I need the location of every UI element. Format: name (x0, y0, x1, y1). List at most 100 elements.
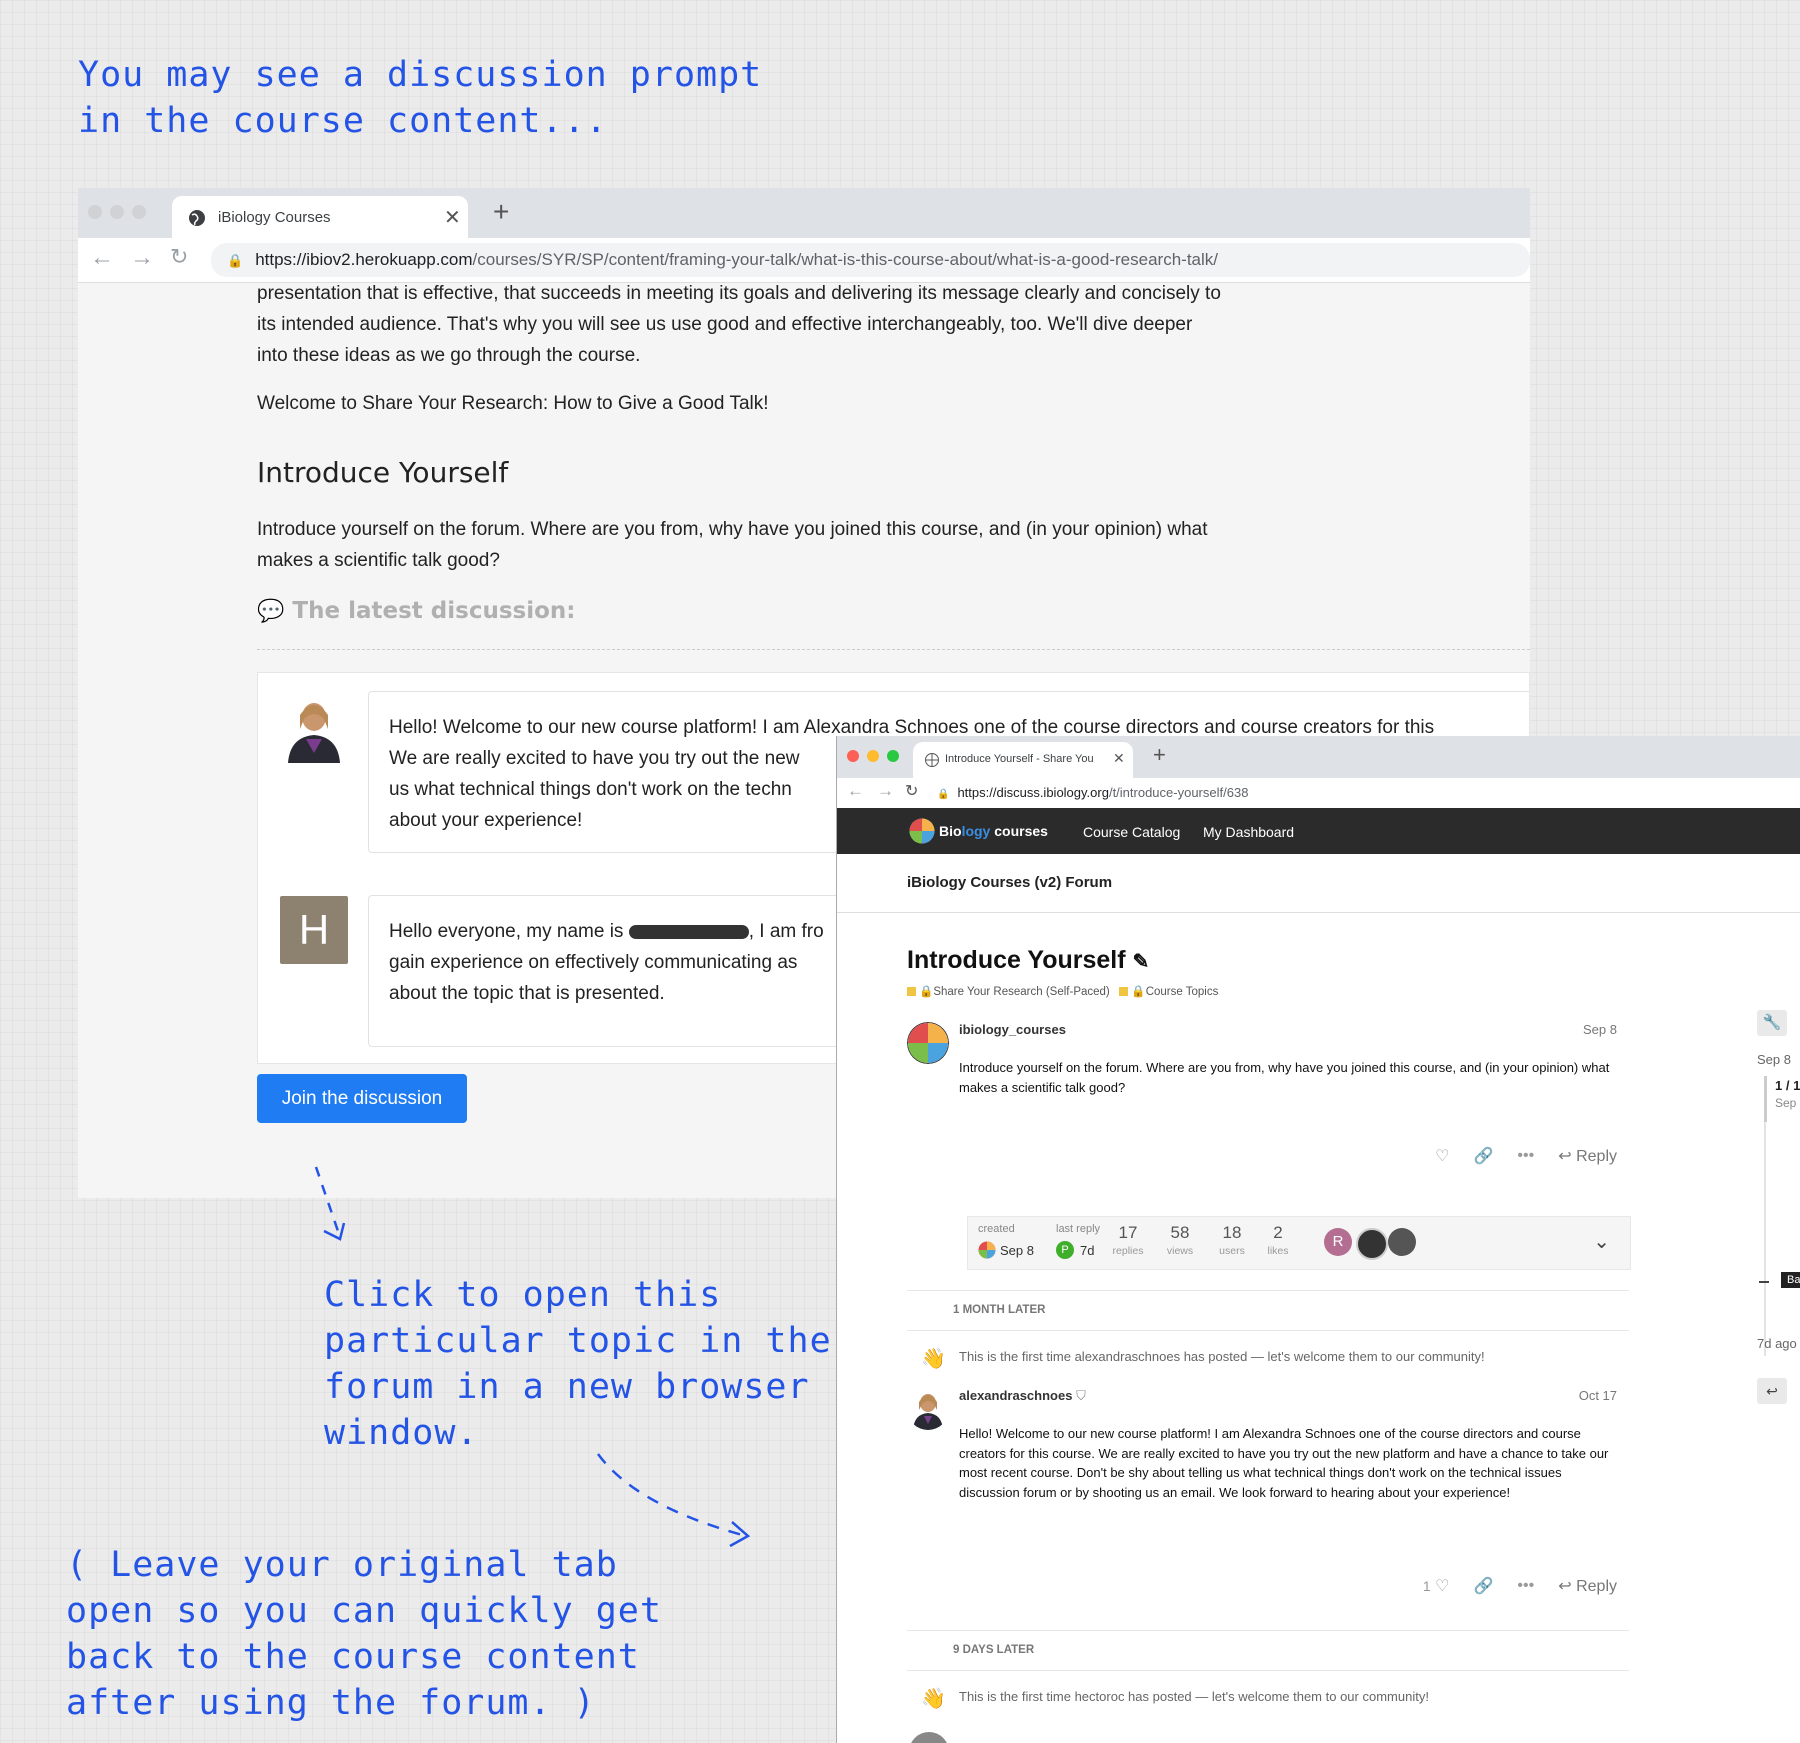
forum-browser-window: Introduce Yourself - Share You ✕ + ← → ↻… (836, 736, 1800, 1743)
lock-icon: 🔒 (1131, 986, 1146, 998)
timeline-end-date[interactable]: 7d ago (1757, 1336, 1797, 1351)
forward-arrow-icon[interactable]: → (130, 244, 154, 272)
url-bar[interactable]: 🔒 https://discuss.ibiology.org/t/introduc… (933, 780, 1800, 806)
post-line: gain experience on effectively communica… (389, 952, 798, 973)
created-date[interactable]: Sep 8 (1000, 1243, 1034, 1258)
stat-value: 18 (1222, 1223, 1242, 1242)
post-line: We are really excited to have you try ou… (389, 748, 800, 769)
reload-icon[interactable]: ↻ (170, 244, 188, 270)
participant-avatar[interactable] (1388, 1228, 1416, 1256)
post-date[interactable]: Sep 8 (1583, 1022, 1617, 1037)
created-label: created (978, 1223, 1015, 1235)
note-bottom-line: open so you can quickly get (66, 1591, 662, 1631)
user-avatar[interactable] (907, 1022, 949, 1064)
welcome-text: Welcome to Share Your Research: How to G… (257, 393, 769, 414)
category-color (907, 987, 916, 997)
close-window-dot[interactable] (847, 750, 859, 762)
like-count[interactable]: 1 ♡ (1423, 1576, 1450, 1596)
more-icon[interactable]: ••• (1517, 1577, 1534, 1595)
time-gap-label: 1 MONTH LATER (953, 1304, 1046, 1316)
reload-icon[interactable]: ↻ (905, 781, 918, 801)
post-username[interactable]: ibiology_courses (959, 1022, 1066, 1037)
brand-part: logy (961, 823, 991, 839)
link-icon[interactable]: 🔗 (1474, 1146, 1494, 1166)
post-line: us what technical things don't work on t… (389, 779, 792, 800)
last-reply-time[interactable]: 7d (1080, 1243, 1094, 1258)
timeline-start-date[interactable]: Sep 8 (1757, 1052, 1791, 1067)
category-link[interactable]: Course Topics (1146, 986, 1219, 998)
pencil-icon[interactable]: ✎ (1133, 951, 1150, 973)
minimize-window-dot[interactable] (867, 750, 879, 762)
intro-line: into these ideas as we go through the co… (257, 345, 641, 366)
forward-arrow-icon[interactable]: → (877, 781, 894, 801)
section-heading: Introduce Yourself (257, 456, 509, 489)
zoom-window-dot[interactable] (132, 205, 146, 219)
stat-label: replies (1112, 1245, 1144, 1257)
post-line: Hello! Welcome to our new course platfor… (389, 717, 1435, 738)
reply-button[interactable]: ↩ Reply (1558, 1146, 1617, 1166)
post-date[interactable]: Oct 17 (1579, 1388, 1617, 1403)
browser-tab[interactable]: Introduce Yourself - Share You ✕ (913, 742, 1133, 778)
link-icon[interactable]: 🔗 (1474, 1576, 1494, 1596)
url-bar[interactable]: 🔒 https://ibiov2.herokuapp.com/courses/SY… (211, 243, 1530, 277)
prompt-text: Introduce yourself on the forum. Where a… (257, 514, 1208, 576)
timeline-reply-button[interactable]: ↩ (1757, 1378, 1787, 1404)
brand-part: Bio (939, 823, 962, 839)
nav-my-dashboard[interactable]: My Dashboard (1203, 824, 1294, 840)
globe-icon (189, 210, 205, 226)
timeline-handle[interactable] (1764, 1076, 1767, 1122)
brand-name[interactable]: Biology courses (939, 823, 1048, 839)
post-line: , I am fro (748, 921, 824, 942)
forum-subheader: iBiology Courses (v2) Forum (837, 854, 1800, 913)
note-bottom: ( Leave your original tab open so you ca… (66, 1542, 662, 1726)
post-username[interactable]: alexandraschnoes ⛉ (959, 1388, 1086, 1404)
join-discussion-button[interactable]: Join the discussion (257, 1074, 467, 1123)
username-text: alexandraschnoes (959, 1388, 1073, 1403)
reply-button[interactable]: ↩ Reply (1558, 1576, 1617, 1596)
note-middle: Click to open this particular topic in t… (324, 1272, 832, 1456)
note-middle-line: particular topic in the (324, 1321, 832, 1361)
more-icon[interactable]: ••• (1517, 1147, 1534, 1165)
post-body: Hello! Welcome to our new course platfor… (959, 1426, 1609, 1500)
browser-tab[interactable]: iBiology Courses ✕ (172, 196, 468, 238)
back-arrow-icon[interactable]: ← (847, 781, 864, 801)
chevron-down-icon[interactable]: ⌄ (1593, 1229, 1610, 1254)
like-count-value: 1 (1422, 1578, 1431, 1594)
minimize-window-dot[interactable] (110, 205, 124, 219)
created-avatar (978, 1241, 996, 1259)
back-arrow-icon[interactable]: ← (90, 244, 114, 272)
last-reply-label: last reply (1056, 1223, 1101, 1235)
post-actions: ♡ 🔗 ••• ↩ Reply (1435, 1146, 1617, 1166)
first-time-notice: 👋 This is the first time alexandraschnoe… (907, 1346, 1627, 1370)
new-tab-icon[interactable]: + (493, 196, 509, 228)
note-bottom-line: ( Leave your original tab (66, 1545, 618, 1585)
tab-bar: iBiology Courses ✕ + (78, 188, 1530, 238)
forum-name[interactable]: iBiology Courses (v2) Forum (907, 874, 1112, 891)
timeline-marker (1759, 1281, 1769, 1283)
topic-title-text[interactable]: Introduce Yourself (907, 946, 1126, 974)
back-button[interactable]: Ba (1781, 1272, 1800, 1288)
divider (257, 649, 1530, 650)
heart-icon[interactable]: ♡ (1435, 1146, 1449, 1166)
category-color (1119, 987, 1129, 997)
ibiology-logo[interactable] (909, 818, 935, 844)
first-time-text: This is the first time hectoroc has post… (959, 1689, 1429, 1704)
close-tab-icon[interactable]: ✕ (444, 205, 461, 230)
zoom-window-dot[interactable] (887, 750, 899, 762)
nav-course-catalog[interactable]: Course Catalog (1083, 824, 1180, 840)
new-tab-icon[interactable]: + (1153, 742, 1166, 768)
brand-part: courses (990, 823, 1048, 839)
topic-categories: 🔒Share Your Research (Self-Paced) 🔒Cours… (907, 984, 1218, 998)
admin-wrench-button[interactable]: 🔧 (1757, 1010, 1787, 1036)
participant-avatar[interactable]: R (1324, 1228, 1352, 1256)
user-avatar[interactable] (907, 1388, 949, 1430)
close-window-dot[interactable] (88, 205, 102, 219)
close-tab-icon[interactable]: ✕ (1113, 750, 1125, 767)
redacted-name (628, 924, 749, 939)
url-path: /courses/SYR/SP/content/framing-your-tal… (472, 250, 1218, 269)
intro-line: presentation that is effective, that suc… (257, 283, 1221, 304)
category-link[interactable]: Share Your Research (Self-Paced) (933, 986, 1109, 998)
participant-avatar[interactable] (1356, 1228, 1388, 1260)
latest-discussion-label: 💬 The latest discussion: (257, 598, 575, 624)
url-path: /t/introduce-yourself/638 (1108, 785, 1249, 800)
